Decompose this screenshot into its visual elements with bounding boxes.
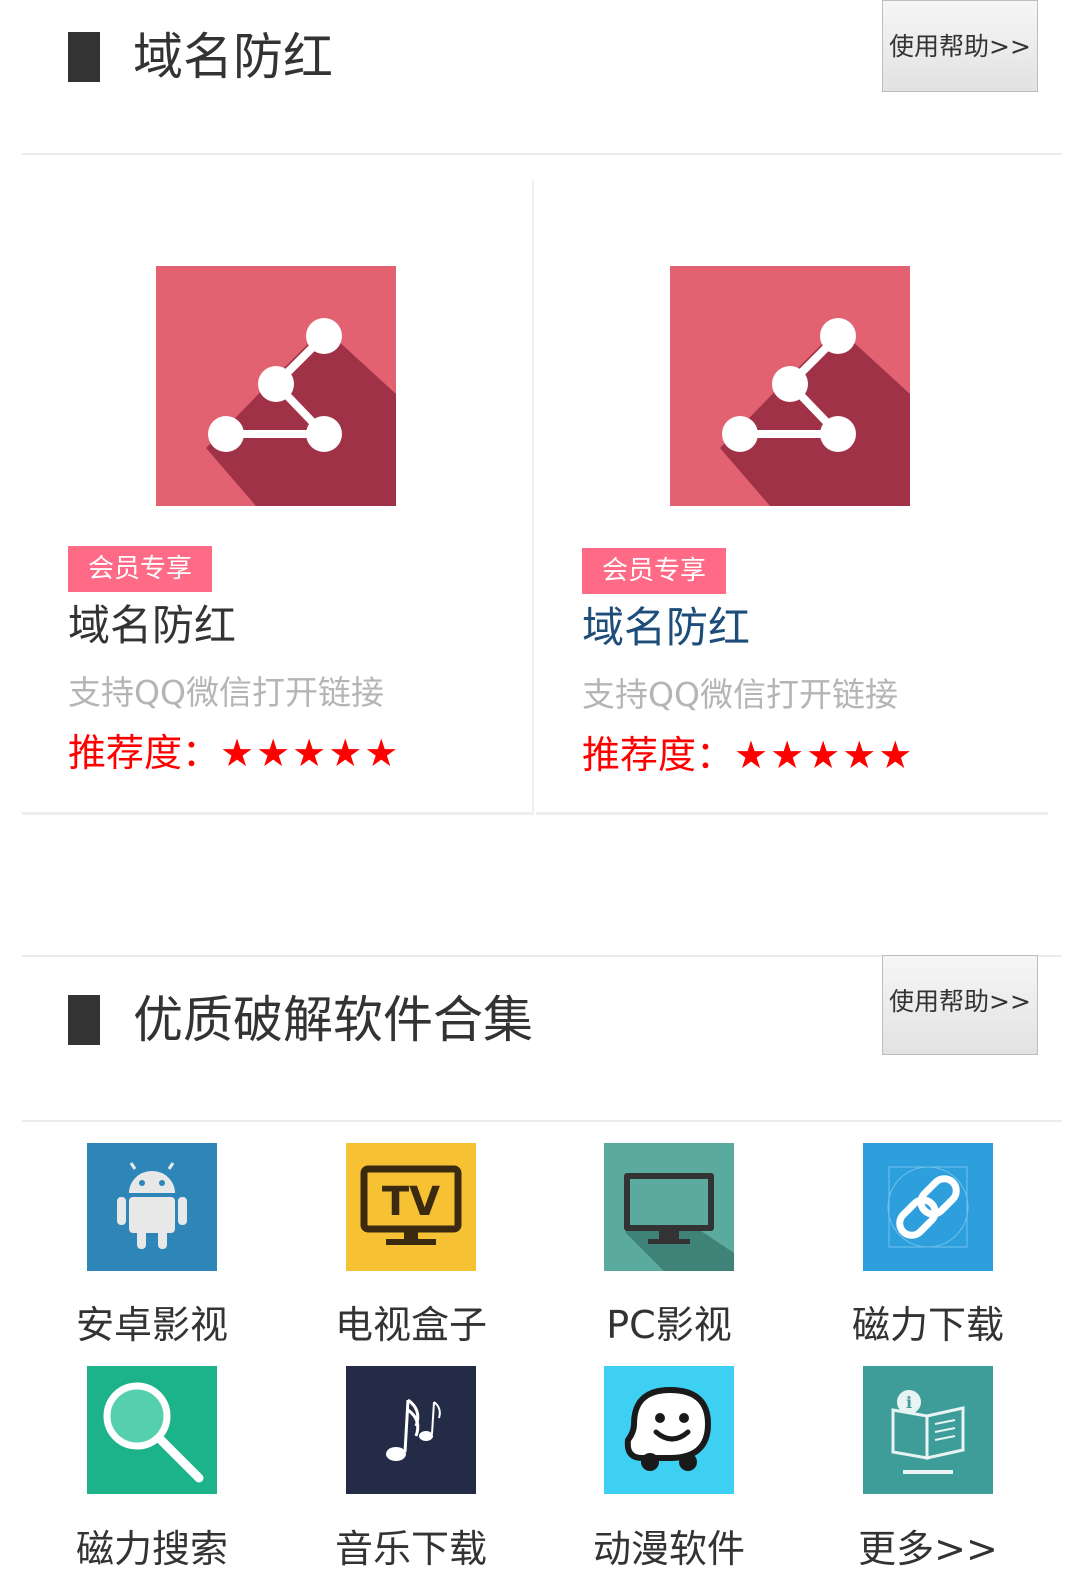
rating-label: 推荐度： <box>582 733 735 777</box>
grid-label[interactable]: PC影视 <box>559 1294 779 1349</box>
card-description: 支持QQ微信打开链接 <box>582 675 898 714</box>
link-icon[interactable] <box>863 1143 993 1271</box>
grid-label[interactable]: 动漫软件 <box>559 1518 779 1573</box>
card-border <box>532 180 534 815</box>
share-icon <box>670 266 910 506</box>
android-icon[interactable] <box>87 1143 217 1271</box>
card-border <box>22 812 534 815</box>
rating: 推荐度：★★★★★ <box>582 732 914 778</box>
rating-stars: ★★★★★ <box>220 731 401 775</box>
section-header-software: 优质破解软件合集 使用帮助>> <box>0 955 1080 1120</box>
rating: 推荐度：★★★★★ <box>68 730 400 776</box>
help-button[interactable]: 使用帮助>> <box>882 955 1038 1055</box>
rating-label: 推荐度： <box>68 731 221 775</box>
grid-label[interactable]: 更多>> <box>818 1518 1038 1573</box>
card-description: 支持QQ微信打开链接 <box>68 673 384 712</box>
section-title: 优质破解软件合集 <box>133 991 533 1049</box>
grid-label[interactable]: 安卓影视 <box>42 1294 262 1349</box>
grid-label[interactable]: 磁力搜索 <box>42 1518 262 1573</box>
app-card[interactable]: 会员专享 域名防红 支持QQ微信打开链接 推荐度：★★★★★ <box>536 180 1048 815</box>
section-header-domain: 域名防红 使用帮助>> <box>0 0 1080 155</box>
help-button[interactable]: 使用帮助>> <box>882 0 1038 92</box>
grid-label[interactable]: 磁力下载 <box>818 1294 1038 1349</box>
share-icon <box>156 266 396 506</box>
book-info-icon[interactable]: i <box>863 1366 993 1494</box>
app-card[interactable]: 会员专享 域名防红 支持QQ微信打开链接 推荐度：★★★★★ <box>22 180 534 815</box>
member-badge: 会员专享 <box>68 546 213 592</box>
music-note-icon[interactable] <box>346 1366 476 1494</box>
grid-label[interactable]: 电视盒子 <box>301 1294 521 1349</box>
card-title[interactable]: 域名防红 <box>582 603 750 653</box>
grid-label[interactable]: 音乐下载 <box>301 1518 521 1573</box>
section-marker <box>68 995 100 1045</box>
svg-text:i: i <box>906 1393 912 1412</box>
card-border <box>536 812 1048 815</box>
svg-text:TV: TV <box>382 1179 440 1225</box>
rating-stars: ★★★★★ <box>734 733 915 777</box>
card-title[interactable]: 域名防红 <box>68 601 236 651</box>
section-marker <box>68 32 100 82</box>
section-divider <box>22 1120 1062 1122</box>
section-divider <box>22 153 1062 155</box>
monitor-icon[interactable] <box>604 1143 734 1271</box>
search-icon[interactable] <box>87 1366 217 1494</box>
tv-icon[interactable]: TV <box>346 1143 476 1271</box>
waze-smile-icon[interactable] <box>604 1366 734 1494</box>
member-badge: 会员专享 <box>582 548 727 594</box>
section-title: 域名防红 <box>133 28 333 86</box>
